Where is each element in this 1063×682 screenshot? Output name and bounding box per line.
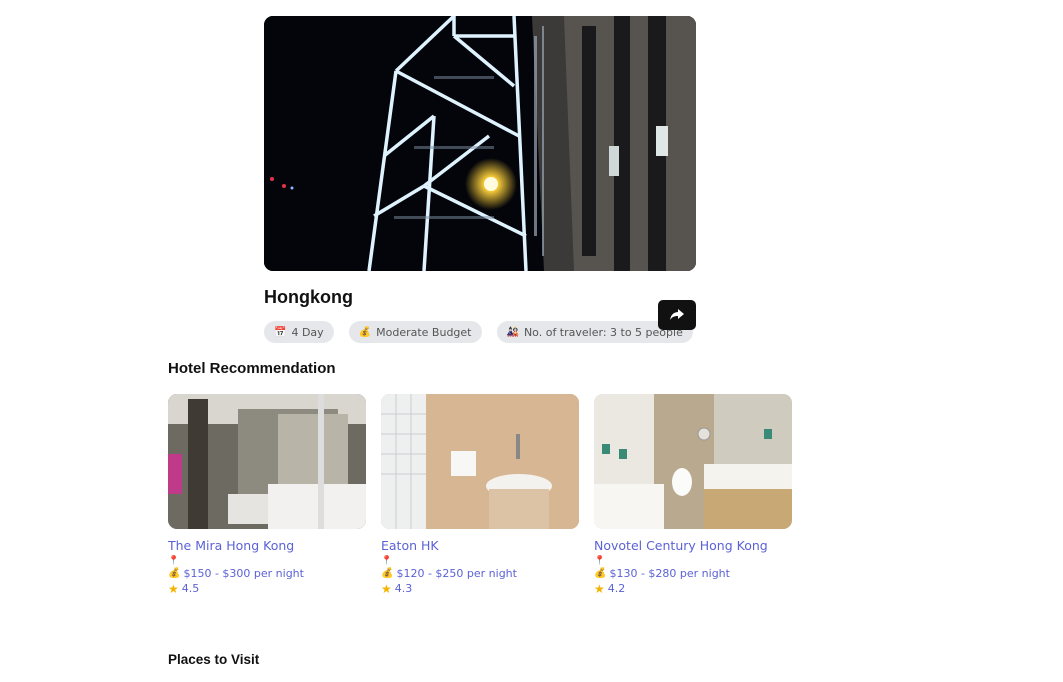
share-arrow-icon — [670, 309, 684, 320]
hotel-rating-row: ★ 4.5 — [168, 581, 366, 596]
budget-chip-label: Moderate Budget — [376, 325, 472, 339]
money-bag-icon: 💰 — [594, 568, 607, 579]
location-pin-icon: 📍 — [594, 555, 606, 565]
hotel-price: $120 - $250 per night — [396, 567, 517, 580]
destination-hero-image — [264, 16, 696, 271]
star-icon: ★ — [594, 581, 605, 596]
location-pin-icon: 📍 — [381, 555, 393, 565]
hotel-card[interactable]: The Mira Hong Kong 📍 💰 $150 - $300 per n… — [168, 394, 366, 596]
hotel-name[interactable]: The Mira Hong Kong — [168, 538, 366, 553]
duration-chip: 📅 4 Day — [264, 321, 334, 343]
hotel-rating-row: ★ 4.2 — [594, 581, 792, 596]
hotel-rating-row: ★ 4.3 — [381, 581, 579, 596]
hotel-price: $150 - $300 per night — [183, 567, 304, 580]
hotel-card[interactable]: Novotel Century Hong Kong 📍 💰 $130 - $28… — [594, 394, 792, 596]
travelers-icon: 🎎 — [506, 326, 519, 338]
hotel-price-row: 💰 $150 - $300 per night — [168, 566, 366, 581]
hotel-image — [594, 394, 792, 529]
location-pin-icon: 📍 — [168, 555, 180, 565]
trip-info-chips: 📅 4 Day 💰 Moderate Budget 🎎 No. of trave… — [264, 321, 693, 343]
money-bag-icon: 💰 — [168, 568, 181, 579]
hotel-card[interactable]: Eaton HK 📍 💰 $120 - $250 per night ★ 4.3 — [381, 394, 579, 596]
hotel-image — [381, 394, 579, 529]
places-section-title: Places to Visit — [168, 652, 260, 667]
hotel-rating: 4.3 — [394, 582, 413, 595]
hotel-name[interactable]: Eaton HK — [381, 538, 579, 553]
calendar-icon: 📅 — [274, 326, 287, 338]
hotel-price: $130 - $280 per night — [609, 567, 730, 580]
hotel-rating: 4.2 — [607, 582, 626, 595]
destination-title: Hongkong — [264, 287, 353, 307]
hotel-price-row: 💰 $130 - $280 per night — [594, 566, 792, 581]
duration-chip-label: 4 Day — [291, 325, 324, 339]
hotel-rating: 4.5 — [181, 582, 200, 595]
hotel-price-row: 💰 $120 - $250 per night — [381, 566, 579, 581]
hotel-name[interactable]: Novotel Century Hong Kong — [594, 538, 792, 553]
share-button[interactable] — [658, 300, 696, 330]
hotel-image — [168, 394, 366, 529]
money-bag-icon: 💰 — [381, 568, 394, 579]
budget-chip: 💰 Moderate Budget — [348, 321, 482, 343]
star-icon: ★ — [381, 581, 392, 596]
star-icon: ★ — [168, 581, 179, 596]
hotel-section-title: Hotel Recommendation — [168, 360, 336, 377]
money-bag-icon: 💰 — [358, 326, 372, 338]
